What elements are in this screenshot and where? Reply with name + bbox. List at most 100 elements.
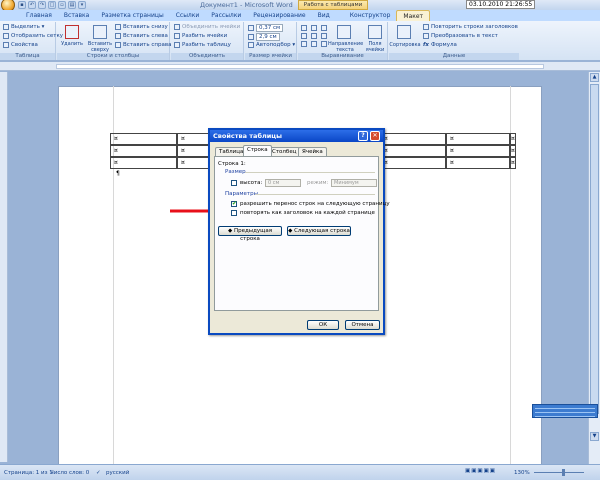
insert-right-button[interactable]: Вставить справа [115, 42, 171, 48]
align-bottom-center-icon[interactable] [311, 41, 317, 47]
redo-icon[interactable]: ↷ [38, 1, 46, 9]
tab-review[interactable]: Рецензирование [247, 10, 311, 21]
clock-overlay: 03.10.2010 21:26:55 [466, 0, 536, 9]
row-height-field[interactable]: 0,37 см [248, 24, 284, 32]
properties-icon [3, 42, 9, 48]
tab-design[interactable]: Конструктор [344, 10, 397, 21]
height-input[interactable]: 0 см [265, 179, 301, 187]
insert-above-icon[interactable] [93, 25, 107, 39]
align-middle-center-icon[interactable] [311, 33, 317, 39]
cell-margins-button[interactable]: Поля ячейки [362, 41, 388, 53]
view-buttons[interactable]: ▣▣▣▣▣ [465, 468, 496, 474]
table-cell[interactable]: ¤ [446, 157, 510, 169]
autofit-button[interactable]: Автоподбор ▾ [248, 42, 295, 48]
delete-icon[interactable] [65, 25, 79, 39]
repeat-header-checkbox[interactable] [231, 210, 237, 216]
align-bottom-right-icon[interactable] [321, 41, 327, 47]
align-top-left-icon[interactable] [301, 25, 307, 31]
cancel-button[interactable]: Отмена [345, 320, 380, 330]
page-count[interactable]: Страница: 1 из 1 [4, 470, 53, 476]
height-checkbox[interactable] [231, 180, 237, 186]
new-doc-icon[interactable]: □ [48, 1, 56, 9]
ok-button[interactable]: ОК [307, 320, 339, 330]
thumb-line [535, 408, 595, 409]
insert-below-button[interactable]: Вставить снизу [115, 24, 168, 30]
zoom-slider[interactable] [534, 472, 584, 473]
table-cell[interactable]: ¤ [446, 133, 510, 145]
align-middle-right-icon[interactable] [321, 33, 327, 39]
table-cell[interactable]: ¤ [380, 145, 446, 157]
insert-above-button[interactable]: Вставить сверху [85, 41, 115, 53]
vertical-ruler[interactable] [0, 72, 8, 462]
convert-icon [423, 33, 429, 39]
col-width-field[interactable]: 2,9 см [248, 33, 280, 41]
tab-cell[interactable]: Ячейка [298, 147, 327, 156]
align-top-right-icon[interactable] [321, 25, 327, 31]
scroll-thumb[interactable] [590, 84, 599, 414]
close-icon[interactable]: ✕ [370, 131, 380, 141]
tab-home[interactable]: Главная [20, 10, 58, 21]
delete-button[interactable]: Удалить [59, 41, 85, 47]
next-row-button[interactable]: ◆ Следующая строка [287, 226, 351, 236]
sort-icon[interactable] [397, 25, 411, 39]
table-cell[interactable]: ¤ [110, 157, 177, 169]
formula-button[interactable]: fx Формула [423, 42, 457, 48]
help-icon[interactable]: ? [358, 131, 368, 141]
previous-row-button[interactable]: ◆ Предыдущая строка [218, 226, 282, 242]
row-tab-panel: Строка 1: Размер высота: 0 см режим: Мин… [214, 156, 390, 311]
status-bar: Страница: 1 из 1 Число слов: 0 ✓ русский… [0, 464, 600, 480]
zoom-slider-thumb[interactable] [562, 469, 565, 476]
save-icon[interactable]: ▪ [18, 1, 26, 9]
table-cell[interactable]: ¤ [446, 145, 510, 157]
customize-qat-icon[interactable]: ▾ [78, 1, 86, 9]
merge-cells-button[interactable]: Объединить ячейки [174, 24, 240, 30]
table-cell[interactable]: ¤ [380, 133, 446, 145]
align-bottom-left-icon[interactable] [301, 41, 307, 47]
language-check-icon[interactable]: ✓ [96, 470, 101, 476]
table-cell[interactable]: ¤ [110, 145, 177, 157]
grid-icon [3, 33, 9, 39]
align-middle-left-icon[interactable] [301, 33, 307, 39]
tab-insert[interactable]: Вставка [58, 10, 95, 21]
table-cell[interactable]: ¤ [380, 157, 446, 169]
allow-break-checkbox[interactable] [231, 200, 237, 207]
tab-row[interactable]: Строка [243, 145, 272, 156]
paragraph-mark: ¶ [116, 170, 120, 177]
language[interactable]: русский [106, 470, 129, 476]
table-cell[interactable]: ¤ [110, 133, 177, 145]
alignment-grid [301, 25, 329, 47]
size-separator [245, 172, 375, 173]
tab-column[interactable]: Столбец [268, 147, 301, 156]
scroll-up-icon[interactable]: ▲ [590, 73, 599, 82]
zoom-level[interactable]: 130% [514, 470, 530, 476]
tab-view[interactable]: Вид [312, 10, 336, 21]
repeat-header-icon [423, 24, 429, 30]
cell-margins-icon[interactable] [368, 25, 382, 39]
split-cells-button[interactable]: Разбить ячейки [174, 33, 227, 39]
mode-select[interactable]: Минимум [331, 179, 377, 187]
insert-left-button[interactable]: Вставить слева [115, 33, 168, 39]
table-row-end: ¤ [510, 145, 516, 157]
undo-icon[interactable]: ↶ [28, 1, 36, 9]
convert-to-text-button[interactable]: Преобразовать в текст [423, 33, 498, 39]
word-count[interactable]: Число слов: 0 [50, 470, 89, 476]
tab-page-layout[interactable]: Разметка страницы [95, 10, 169, 21]
group-alignment: Направление текста Поля ячейки Выравнива… [298, 22, 388, 60]
text-direction-button[interactable]: Направление текста [328, 41, 363, 53]
properties-button[interactable]: Свойства [3, 42, 38, 48]
select-button[interactable]: Выделить ▾ [3, 24, 44, 30]
repeat-header-button[interactable]: Повторить строки заголовков [423, 24, 518, 30]
print-icon[interactable]: ▤ [68, 1, 76, 9]
tab-references[interactable]: Ссылки [170, 10, 206, 21]
scroll-down-icon[interactable]: ▼ [590, 432, 599, 441]
gridlines-button[interactable]: Отобразить сетку [3, 33, 63, 39]
ribbon: Выделить ▾ Отобразить сетку Свойства Таб… [0, 21, 600, 61]
align-top-center-icon[interactable] [311, 25, 317, 31]
tab-layout[interactable]: Макет [396, 10, 431, 21]
split-table-button[interactable]: Разбить таблицу [174, 42, 231, 48]
open-icon[interactable]: ▫ [58, 1, 66, 9]
height-label: высота: [240, 180, 263, 186]
tab-mailings[interactable]: Рассылки [205, 10, 247, 21]
sort-button[interactable]: Сортировка [389, 42, 421, 48]
text-direction-icon[interactable] [337, 25, 351, 39]
